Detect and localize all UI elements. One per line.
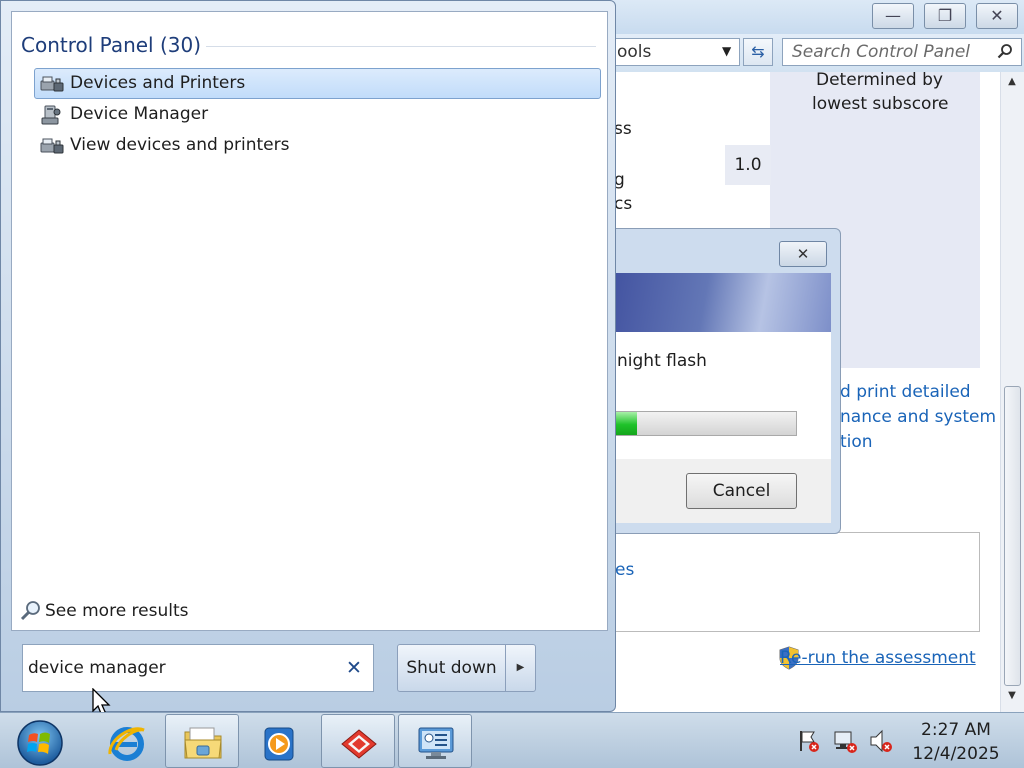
taskbar-windows-explorer[interactable] — [165, 714, 239, 768]
minimize-button[interactable]: — — [872, 3, 914, 29]
shutdown-group: Shut down ▶ — [397, 644, 536, 692]
close-icon: ✕ — [796, 245, 810, 263]
info-box: es — [600, 532, 980, 632]
control-panel-search-input[interactable] — [783, 39, 983, 65]
result-label: Devices and Printers — [70, 73, 246, 93]
shutdown-options-arrow-icon[interactable]: ▶ — [506, 645, 535, 691]
start-search-input[interactable] — [23, 645, 343, 691]
address-dropdown-icon[interactable]: ▼ — [722, 44, 731, 58]
clock-time: 2:27 AM — [921, 720, 991, 740]
address-field[interactable]: ools — [600, 38, 740, 66]
close-button[interactable]: ✕ — [976, 3, 1018, 29]
refresh-icon: ⇆ — [751, 42, 765, 61]
info-box-link[interactable]: es — [615, 560, 634, 580]
device-manager-icon — [41, 105, 61, 125]
volume-muted-icon[interactable] — [868, 727, 894, 755]
search-icon[interactable] — [997, 43, 1013, 63]
results-group-heading[interactable]: Control Panel (30) — [21, 33, 201, 57]
score-header-line1: Determined by — [816, 70, 943, 90]
clear-search-icon[interactable]: ✕ — [346, 657, 362, 679]
vertical-scrollbar[interactable]: ▲ ▼ — [1000, 72, 1024, 712]
result-label: View devices and printers — [70, 135, 290, 155]
shutdown-button[interactable]: Shut down — [398, 645, 506, 691]
action-center-flag-icon[interactable] — [796, 727, 822, 755]
see-more-label: See more results — [45, 601, 189, 621]
control-panel-icon — [418, 727, 454, 759]
restore-button[interactable]: ❐ — [924, 3, 966, 29]
print-details-link[interactable]: d print detailed — [840, 382, 971, 402]
scroll-up-arrow-icon[interactable]: ▲ — [1001, 76, 1023, 87]
media-player-icon — [264, 727, 294, 761]
result-view-devices-and-printers[interactable]: View devices and printers — [34, 130, 601, 161]
scroll-down-arrow-icon[interactable]: ▼ — [1001, 690, 1023, 701]
taskbar-control-panel[interactable] — [398, 714, 472, 768]
taskbar: 2:27 AM 12/4/2025 — [0, 712, 1024, 768]
cancel-button[interactable]: Cancel — [686, 473, 797, 509]
rerun-assessment-link[interactable]: Re-run the assessment — [780, 648, 976, 668]
taskbar-internet-explorer[interactable] — [89, 714, 163, 768]
folder-icon — [184, 727, 222, 759]
progress-dialog: ✕ night flash Cancel — [600, 228, 841, 534]
start-button[interactable] — [14, 716, 66, 766]
address-bar: ools ▼ ⇆ — [600, 34, 1024, 72]
scrollbar-thumb[interactable] — [1004, 386, 1021, 686]
dialog-body: night flash — [601, 332, 831, 459]
subscore-value: 1.0 — [725, 145, 771, 185]
refresh-button[interactable]: ⇆ — [743, 38, 773, 66]
devices-printers-icon — [40, 138, 64, 154]
search-results-pane: Control Panel (30) Devices and Printers … — [11, 11, 608, 631]
print-details-link-line3[interactable]: tion — [840, 432, 873, 452]
network-icon[interactable] — [832, 727, 858, 755]
progress-bar — [601, 411, 797, 436]
devices-printers-icon — [40, 76, 64, 92]
dialog-message: night flash — [617, 351, 707, 371]
internet-explorer-icon — [108, 727, 145, 761]
dialog-banner — [601, 273, 831, 332]
start-menu: Control Panel (30) Devices and Printers … — [0, 0, 616, 712]
taskbar-benchmark-app[interactable] — [321, 714, 395, 768]
print-details-link-line2[interactable]: nance and system — [840, 407, 996, 427]
start-search-box[interactable]: ✕ — [22, 644, 374, 692]
taskbar-media-player[interactable] — [241, 714, 315, 768]
result-label: Device Manager — [70, 104, 209, 124]
window-titlebar: — ❐ ✕ — [600, 0, 1024, 34]
score-header-line2: lowest subscore — [812, 94, 949, 114]
dialog-close-button[interactable]: ✕ — [779, 241, 827, 267]
result-device-manager[interactable]: Device Manager — [34, 99, 601, 130]
heading-divider — [206, 46, 596, 47]
result-devices-and-printers[interactable]: Devices and Printers — [34, 68, 601, 99]
score-row-label: ss — [614, 119, 632, 139]
score-row-label: cs — [614, 194, 633, 214]
clock-date: 12/4/2025 — [912, 744, 1000, 764]
benchmark-app-icon — [341, 729, 377, 759]
notification-area — [796, 727, 896, 757]
dialog-footer: Cancel — [601, 459, 831, 523]
magnifier-icon — [20, 601, 40, 621]
control-panel-search[interactable] — [782, 38, 1022, 66]
system-clock[interactable]: 2:27 AM 12/4/2025 — [896, 718, 1016, 766]
